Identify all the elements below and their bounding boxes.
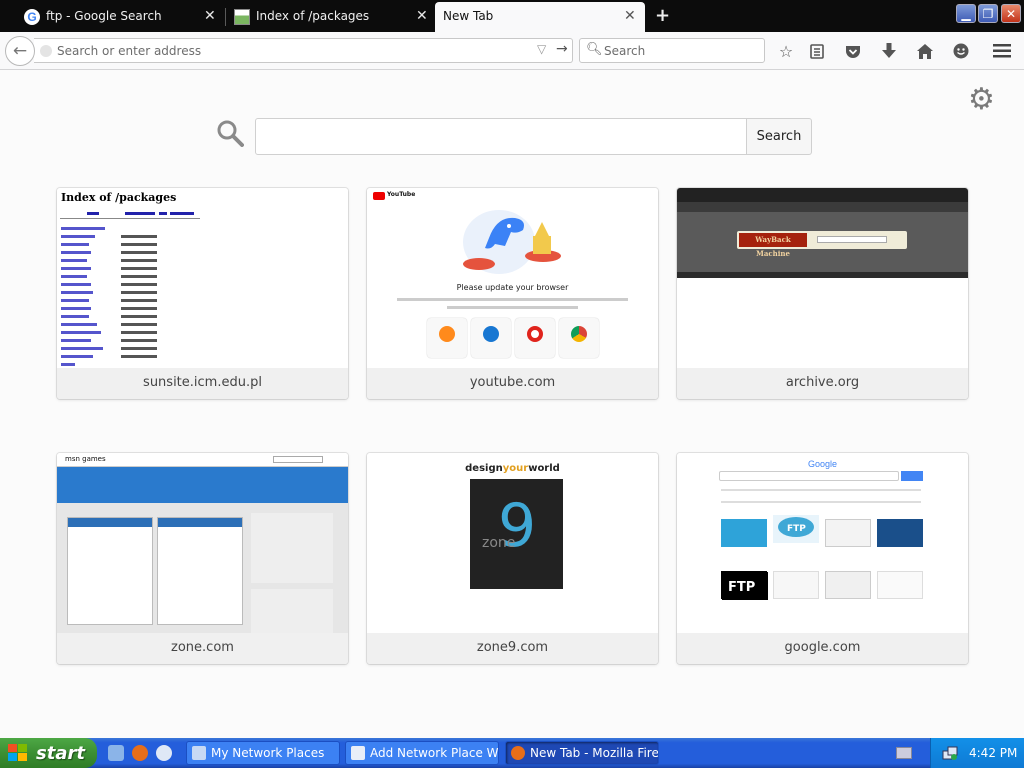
taskbar-item-my-network-places[interactable]: My Network Places [186, 741, 340, 765]
google-logo: Google [807, 459, 838, 469]
tile-caption: sunsite.icm.edu.pl [57, 368, 348, 399]
opera-icon [515, 318, 555, 358]
svg-text:FTP: FTP [728, 580, 755, 595]
start-button[interactable]: start [0, 738, 97, 768]
image-favicon-icon [234, 9, 250, 25]
url-input[interactable] [57, 42, 527, 60]
hamburger-menu-icon[interactable] [991, 40, 1013, 62]
tab-index-packages[interactable]: Index of /packages ✕ [226, 2, 434, 32]
windows-taskbar: start My Network Places Add Network Plac… [0, 738, 1024, 768]
tab-new-tab[interactable]: New Tab ✕ [435, 2, 645, 32]
firefox-quicklaunch-icon[interactable] [132, 745, 148, 761]
tile-thumbnail: Index of /packages [57, 188, 348, 368]
chrome-icon [559, 318, 599, 358]
tile-thumbnail: msn games [57, 453, 348, 633]
thumb-headline: Please update your browser [456, 283, 569, 292]
top-site-tile-google[interactable]: Google FTP FTP google.com [677, 453, 968, 664]
search-bar[interactable]: 🔍︎ [579, 38, 765, 63]
wizard-window-icon [351, 746, 365, 760]
newtab-search-button[interactable]: Search [746, 118, 812, 155]
bookmark-star-icon[interactable]: ☆ [775, 40, 797, 62]
svg-text:FTP: FTP [787, 524, 806, 534]
bookmarks-menu-icon[interactable] [806, 40, 828, 62]
pocket-icon[interactable] [842, 40, 864, 62]
tab-google-search[interactable]: G ftp - Google Search ✕ [0, 2, 225, 32]
edge-icon [471, 318, 511, 358]
clock: 4:42 PM [969, 746, 1018, 760]
thumb-brand: msn games [65, 455, 106, 463]
search-magnifier-icon [216, 119, 244, 153]
history-dropmarker-icon[interactable]: ▽ [537, 42, 546, 56]
home-icon[interactable] [914, 40, 936, 62]
close-window-button[interactable]: ✕ [1001, 4, 1021, 23]
go-arrow-icon[interactable]: → [556, 41, 568, 57]
search-icon: 🔍︎ [586, 42, 603, 57]
tile-caption: youtube.com [367, 368, 658, 399]
system-tray: 4:42 PM [930, 738, 1024, 768]
firefox-icon [511, 746, 525, 760]
tile-caption: zone9.com [367, 633, 658, 664]
top-site-tile-youtube[interactable]: YouTube Please update your browser youtu… [367, 188, 658, 399]
back-arrow-icon: ← [12, 41, 28, 61]
tile-caption: zone.com [57, 633, 348, 664]
tile-caption: archive.org [677, 368, 968, 399]
top-site-tile-archive[interactable]: WayBack Machine archive.org [677, 188, 968, 399]
tile-thumbnail: WayBack Machine [677, 188, 968, 368]
minimize-button[interactable]: ▁ [956, 4, 976, 23]
dinosaur-illustration-icon [463, 210, 561, 274]
downloads-icon[interactable] [878, 40, 900, 62]
thumb-headline: designyourworld [465, 463, 560, 474]
new-tab-page: ⚙ Search Index of /packages sunsite.icm.… [0, 71, 1024, 738]
firefox-icon [427, 318, 467, 358]
search-input[interactable] [604, 42, 759, 60]
youtube-logo-icon [373, 192, 385, 200]
newtab-search-input[interactable] [255, 118, 747, 155]
tile-thumbnail: Google FTP FTP [677, 453, 968, 633]
start-label: start [36, 742, 85, 764]
zone9-logo: 9 zone [470, 479, 563, 589]
tile-thumbnail: designyourworld 9 zone [367, 453, 658, 633]
tab-close-icon[interactable]: ✕ [204, 8, 216, 24]
windows-flag-icon [8, 744, 28, 762]
tab-strip: G ftp - Google Search ✕ Index of /packag… [0, 0, 1024, 32]
taskbar-item-firefox[interactable]: New Tab - Mozilla Fire... [505, 741, 659, 765]
tab-label: New Tab [443, 9, 494, 23]
google-favicon-icon: G [24, 9, 40, 25]
network-places-icon [192, 746, 206, 760]
wayback-logo: WayBack Machine [739, 233, 807, 258]
tile-caption: google.com [677, 633, 968, 664]
tab-close-icon[interactable]: ✕ [624, 8, 636, 24]
tile-thumbnail: YouTube Please update your browser [367, 188, 658, 368]
tab-close-icon[interactable]: ✕ [416, 8, 428, 24]
restore-button[interactable]: ❐ [978, 4, 998, 23]
network-status-icon[interactable] [942, 745, 958, 761]
customize-gear-icon[interactable]: ⚙ [968, 85, 995, 115]
thumb-brand: YouTube [387, 191, 416, 198]
top-site-tile-sunsite[interactable]: Index of /packages sunsite.icm.edu.pl [57, 188, 348, 399]
keyboard-icon[interactable] [896, 747, 912, 759]
show-desktop-icon[interactable] [108, 745, 124, 761]
url-bar[interactable]: ▽ → [34, 38, 573, 63]
thumb-page-title: Index of /packages [61, 191, 177, 204]
new-tab-plus-icon[interactable]: + [655, 5, 670, 26]
identity-globe-icon [40, 45, 52, 57]
top-site-tile-zone9[interactable]: designyourworld 9 zone zone9.com [367, 453, 658, 664]
top-site-tile-zone[interactable]: msn games zone.com [57, 453, 348, 664]
back-button[interactable]: ← [5, 36, 35, 66]
navigation-toolbar: ▽ → ← 🔍︎ ☆ [0, 32, 1024, 70]
tab-label: ftp - Google Search [46, 9, 162, 23]
taskbar-item-add-network-place[interactable]: Add Network Place W... [345, 741, 499, 765]
hello-chat-icon[interactable] [950, 40, 972, 62]
tab-label: Index of /packages [256, 9, 370, 23]
media-player-icon[interactable] [156, 745, 172, 761]
